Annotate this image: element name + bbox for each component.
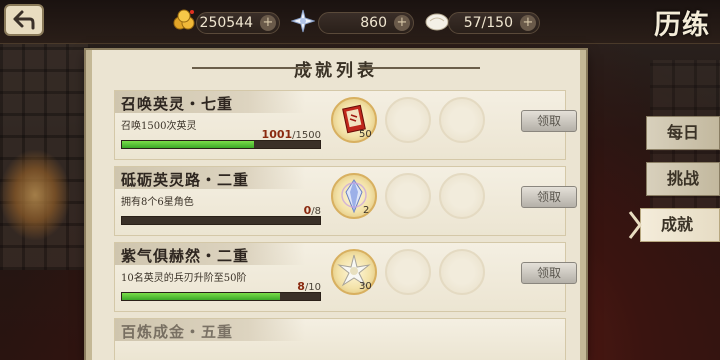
claim-button[interactable]: 领取 xyxy=(521,186,577,208)
back-button[interactable] xyxy=(4,4,44,36)
reward-count: 50 xyxy=(359,129,372,140)
empty-reward-slot xyxy=(385,97,431,143)
progress-fill xyxy=(122,141,255,148)
stamina-value: 57/150 xyxy=(463,15,513,31)
stamina-counter: 57/150 + xyxy=(448,12,540,34)
star-crystal-icon xyxy=(291,9,315,33)
lantern-glow xyxy=(0,150,70,240)
achievement-title: 百炼成金・五重 xyxy=(121,323,234,341)
empty-reward-slot xyxy=(439,97,485,143)
claim-button[interactable]: 领取 xyxy=(521,110,577,132)
achievement-desc: 拥有8个6星角色 xyxy=(121,197,194,208)
progress-bar xyxy=(121,216,321,225)
tab-daily[interactable]: 每日 xyxy=(646,116,720,150)
gold-coin-icon xyxy=(173,9,195,30)
reward-count: 2 xyxy=(363,205,370,216)
achievement-card: 百炼成金・五重 xyxy=(114,318,566,360)
claim-button[interactable]: 领取 xyxy=(521,262,577,284)
empty-reward-slot xyxy=(439,249,485,295)
star-counter: 860 + xyxy=(318,12,414,34)
progress-bar xyxy=(121,292,321,301)
achievement-title: 砥砺英灵路・二重 xyxy=(121,171,250,189)
achievement-title: 紫气俱赫然・二重 xyxy=(121,247,250,265)
achievement-panel: 成就列表 召唤英灵・七重 召唤1500次英灵 1001/1500 50 领取 砥… xyxy=(86,50,586,360)
tab-achievement[interactable]: 成就 xyxy=(640,208,720,242)
achievement-card: 紫气俱赫然・二重 10名英灵的兵刃升阶至50阶 8/10 30 领取 xyxy=(114,242,577,312)
gold-value: 250544 xyxy=(199,15,253,31)
reward-slot[interactable] xyxy=(331,173,377,219)
back-arrow-icon xyxy=(13,10,35,30)
top-bar: 250544 + 860 + 57/150 + 历练 xyxy=(0,0,720,44)
tab-challenge[interactable]: 挑战 xyxy=(646,162,720,196)
page-title: 历练 xyxy=(654,10,710,41)
header-divider-left xyxy=(192,67,312,69)
achievement-card: 召唤英灵・七重 召唤1500次英灵 1001/1500 50 领取 xyxy=(114,90,577,160)
panel-header: 成就列表 xyxy=(92,50,580,86)
empty-reward-slot xyxy=(385,249,431,295)
progress-fill xyxy=(122,293,281,300)
header-divider-right xyxy=(360,67,480,69)
add-star-button[interactable]: + xyxy=(394,15,410,31)
stamina-bun-icon xyxy=(425,13,449,31)
empty-reward-slot xyxy=(385,173,431,219)
achievement-title: 召唤英灵・七重 xyxy=(121,95,234,113)
empty-reward-slot xyxy=(439,173,485,219)
add-stamina-button[interactable]: + xyxy=(520,15,536,31)
reward-count: 30 xyxy=(359,281,372,292)
achievement-card: 砥砺英灵路・二重 拥有8个6星角色 0/8 2 领取 xyxy=(114,166,577,236)
add-gold-button[interactable]: + xyxy=(260,15,276,31)
star-value: 860 xyxy=(360,15,387,31)
gold-counter: 250544 + xyxy=(196,12,280,34)
progress-bar xyxy=(121,140,321,149)
active-tab-marker-icon xyxy=(628,211,642,239)
achievement-desc: 召唤1500次英灵 xyxy=(121,121,197,132)
